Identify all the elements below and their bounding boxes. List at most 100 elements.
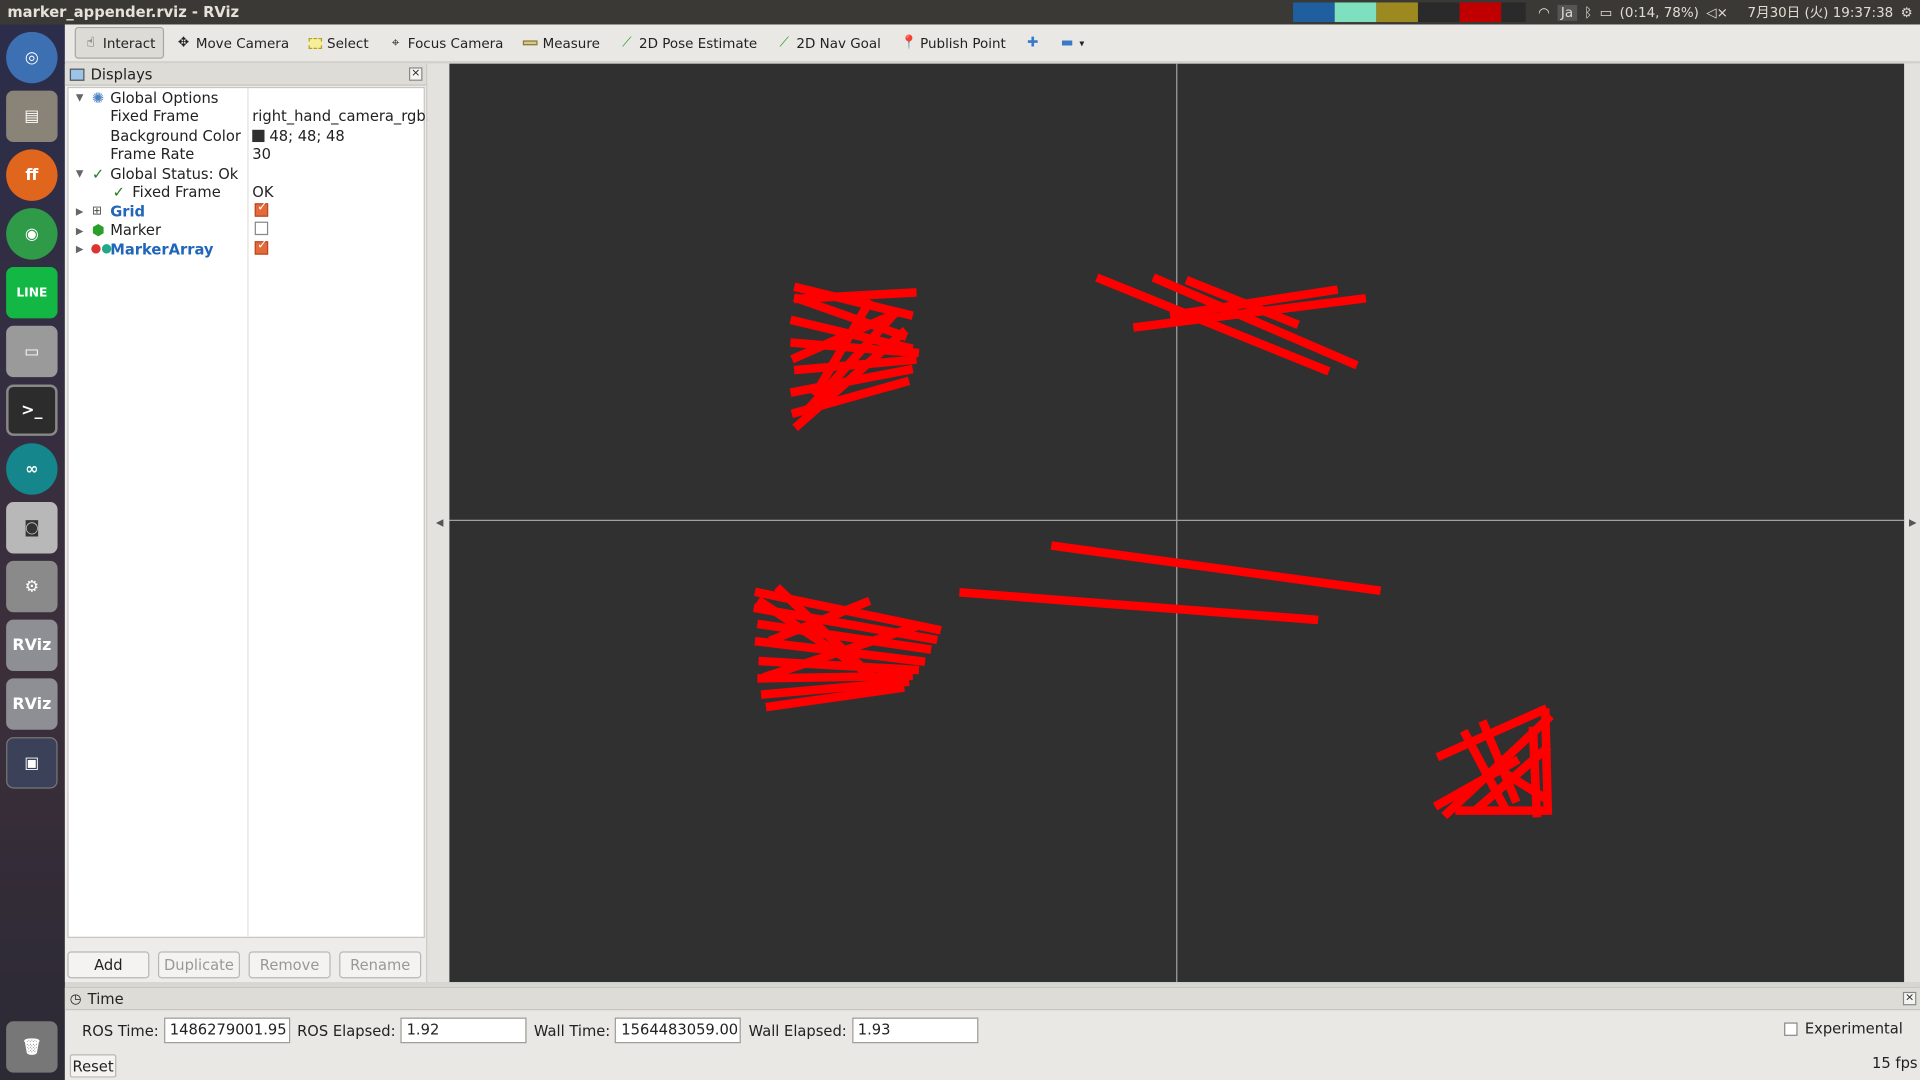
tree-row-global-options[interactable]: ▼ ✺ Global Options — [69, 88, 424, 107]
experimental-option[interactable]: Experimental — [1784, 1020, 1903, 1037]
green-arrow-icon: ⟋ — [779, 34, 789, 51]
firefox-icon[interactable]: ff — [6, 149, 58, 201]
arduino-icon[interactable]: ∞ — [6, 443, 58, 495]
tree-row-marker[interactable]: ▶ ⬢ Marker — [69, 221, 424, 240]
expand-arrow-icon[interactable]: ▼ — [76, 92, 84, 103]
cube-icon: ⬢ — [91, 221, 105, 240]
disk-icon[interactable]: ▭ — [6, 325, 58, 378]
window-title: marker_appender.rviz - RViz — [7, 3, 240, 21]
ruler-icon — [523, 40, 538, 46]
bluetooth-icon[interactable]: ᛒ — [1584, 4, 1592, 20]
grid-checkbox[interactable] — [254, 201, 269, 217]
tree-row-background-color[interactable]: Background Color 48; 48; 48 — [69, 126, 424, 145]
expand-arrow-icon[interactable]: ▶ — [76, 206, 84, 217]
expand-arrow-icon[interactable]: ▼ — [76, 168, 84, 179]
move-icon: ✥ — [177, 34, 190, 51]
ros-time-label: ROS Time: — [82, 1021, 159, 1039]
marker-array-icon: ●● — [90, 242, 113, 257]
right-splitter[interactable]: ▶ — [1904, 63, 1920, 983]
rviz-icon[interactable]: RViz — [6, 619, 58, 672]
tool-move-camera[interactable]: ✥ Move Camera — [169, 27, 297, 59]
3d-viewport[interactable] — [449, 63, 1905, 983]
hand-icon: ☝ — [86, 34, 95, 51]
ros-elapsed-field[interactable]: 1.92 — [400, 1017, 527, 1044]
expand-arrow-icon[interactable]: ▶ — [76, 225, 84, 236]
displays-panel: Displays × ▼ ✺ Global Options Fixed Fram… — [64, 63, 440, 983]
marker-array-checkbox[interactable] — [254, 238, 269, 255]
wifi-icon[interactable]: ◠ — [1538, 4, 1550, 20]
tree-row-frame-rate[interactable]: Frame Rate 30 — [69, 145, 424, 164]
tool-publish-point[interactable]: 📍 Publish Point — [893, 27, 1013, 59]
wall-time-label: Wall Time: — [533, 1021, 611, 1039]
marker-line-middle — [959, 541, 1382, 625]
line-icon[interactable]: LINE — [6, 266, 58, 319]
gear-icon[interactable]: ⚙ — [1901, 4, 1913, 20]
fps-indicator: 15 fps — [1872, 1054, 1918, 1072]
remove-tool-button[interactable]: ▬ ▾ — [1052, 27, 1091, 59]
collapse-right-icon[interactable]: ▶ — [1909, 517, 1917, 528]
crosshair-icon: ⌖ — [391, 34, 400, 51]
tool-select[interactable]: Select — [301, 27, 376, 59]
tool-2d-pose-estimate[interactable]: ⟋ 2D Pose Estimate — [612, 27, 764, 59]
ime-indicator[interactable]: Ja — [1557, 4, 1577, 21]
marker-checkbox[interactable] — [254, 221, 269, 236]
tool-measure[interactable]: Measure — [516, 27, 608, 59]
ros-time-field[interactable]: 1486279001.95 — [163, 1017, 290, 1044]
marker-cluster-bottom-left — [753, 584, 942, 712]
displays-button-row: Add Duplicate Remove Rename — [67, 951, 422, 979]
tree-row-grid[interactable]: ▶ ⊞ Grid — [69, 201, 424, 221]
tree-row-fixed-frame[interactable]: Fixed Frame right_hand_camera_rgb... — [69, 107, 440, 126]
tool-focus-camera[interactable]: ⌖ Focus Camera — [381, 27, 511, 59]
marker-cluster-top-left — [789, 282, 920, 431]
left-splitter[interactable]: ◀ — [427, 63, 450, 983]
volume-icon[interactable]: ◁× — [1706, 4, 1728, 20]
tool-toolbar: ☝ Interact ✥ Move Camera Select ⌖ Focus Cam… — [64, 24, 1920, 63]
experimental-checkbox[interactable] — [1784, 1021, 1798, 1036]
battery-icon[interactable]: ▭ — [1600, 4, 1613, 20]
wall-time-field[interactable]: 1564483059.00 — [615, 1017, 742, 1044]
system-tray: ◠ Ja ᛒ ▭ (0:14, 78%) ◁× 7月30日 (火) 19:37:… — [1293, 0, 1920, 24]
check-icon: ✓ — [112, 183, 125, 202]
time-header: ◷ Time × — [64, 988, 1920, 1011]
system-settings-icon[interactable]: ⚙ — [6, 560, 58, 613]
terminal-icon[interactable]: >_ — [6, 384, 58, 436]
add-tool-button[interactable]: ✚ — [1018, 27, 1047, 59]
clock[interactable]: 7月30日 (火) 19:37:38 — [1748, 2, 1894, 22]
expand-arrow-icon[interactable]: ▶ — [76, 244, 84, 255]
duplicate-button[interactable]: Duplicate — [157, 951, 241, 979]
tree-row-marker-array[interactable]: ▶ ●● MarkerArray — [69, 238, 424, 259]
displays-tree[interactable]: ▼ ✺ Global Options Fixed Frame right_han… — [67, 86, 440, 938]
trash-icon[interactable]: 🗑 — [6, 1021, 58, 1073]
camera-icon[interactable]: ◙ — [6, 502, 58, 554]
wall-elapsed-field[interactable]: 1.93 — [851, 1017, 978, 1044]
battery-status[interactable]: (0:14, 78%) — [1620, 4, 1699, 20]
window-titlebar: marker_appender.rviz - RViz ◠ Ja ᛒ ▭ (0:… — [0, 0, 1920, 25]
close-icon[interactable]: × — [1902, 991, 1917, 1006]
tool-interact[interactable]: ☝ Interact — [74, 26, 164, 59]
tree-row-global-status[interactable]: ▼ ✓ Global Status: Ok — [69, 164, 424, 183]
gear-icon: ✺ — [91, 89, 105, 107]
marker-cluster-bottom-right — [1432, 704, 1554, 820]
files-icon[interactable]: ▤ — [6, 90, 58, 143]
add-button[interactable]: Add — [67, 951, 150, 979]
time-panel: ◷ Time × ROS Time: 1486279001.95 ROS Ela… — [64, 986, 1920, 1080]
render-canvas[interactable] — [449, 63, 1905, 983]
time-fields: ROS Time: 1486279001.95 ROS Elapsed: 1.9… — [75, 1017, 978, 1044]
remove-button[interactable]: Remove — [248, 951, 331, 979]
tool-2d-nav-goal[interactable]: ⟋ 2D Nav Goal — [769, 27, 888, 59]
rviz-icon[interactable]: RViz — [6, 678, 58, 730]
rename-button[interactable]: Rename — [339, 951, 422, 979]
launcher: ◎ ▤ ff ◉ LINE ▭ >_ ∞ ◙ ⚙ RViz RViz ▣ 🗑 — [0, 24, 65, 1080]
collapse-left-icon[interactable]: ◀ — [436, 517, 444, 528]
select-box-icon — [308, 37, 323, 49]
chrome-icon[interactable]: ◉ — [6, 208, 58, 260]
reset-button[interactable]: Reset — [69, 1054, 117, 1078]
monitor-icon — [69, 67, 85, 81]
close-icon[interactable]: × — [408, 67, 423, 81]
displays-header: Displays × — [64, 63, 427, 86]
tree-row-status-fixed-frame[interactable]: ✓ Fixed Frame OK — [69, 183, 424, 202]
ubuntu-dash-icon[interactable]: ◎ — [6, 31, 58, 84]
marker-cluster-top-right — [1095, 273, 1367, 376]
grid-icon: ⊞ — [91, 204, 103, 219]
workspaces-icon[interactable]: ▣ — [6, 737, 58, 789]
